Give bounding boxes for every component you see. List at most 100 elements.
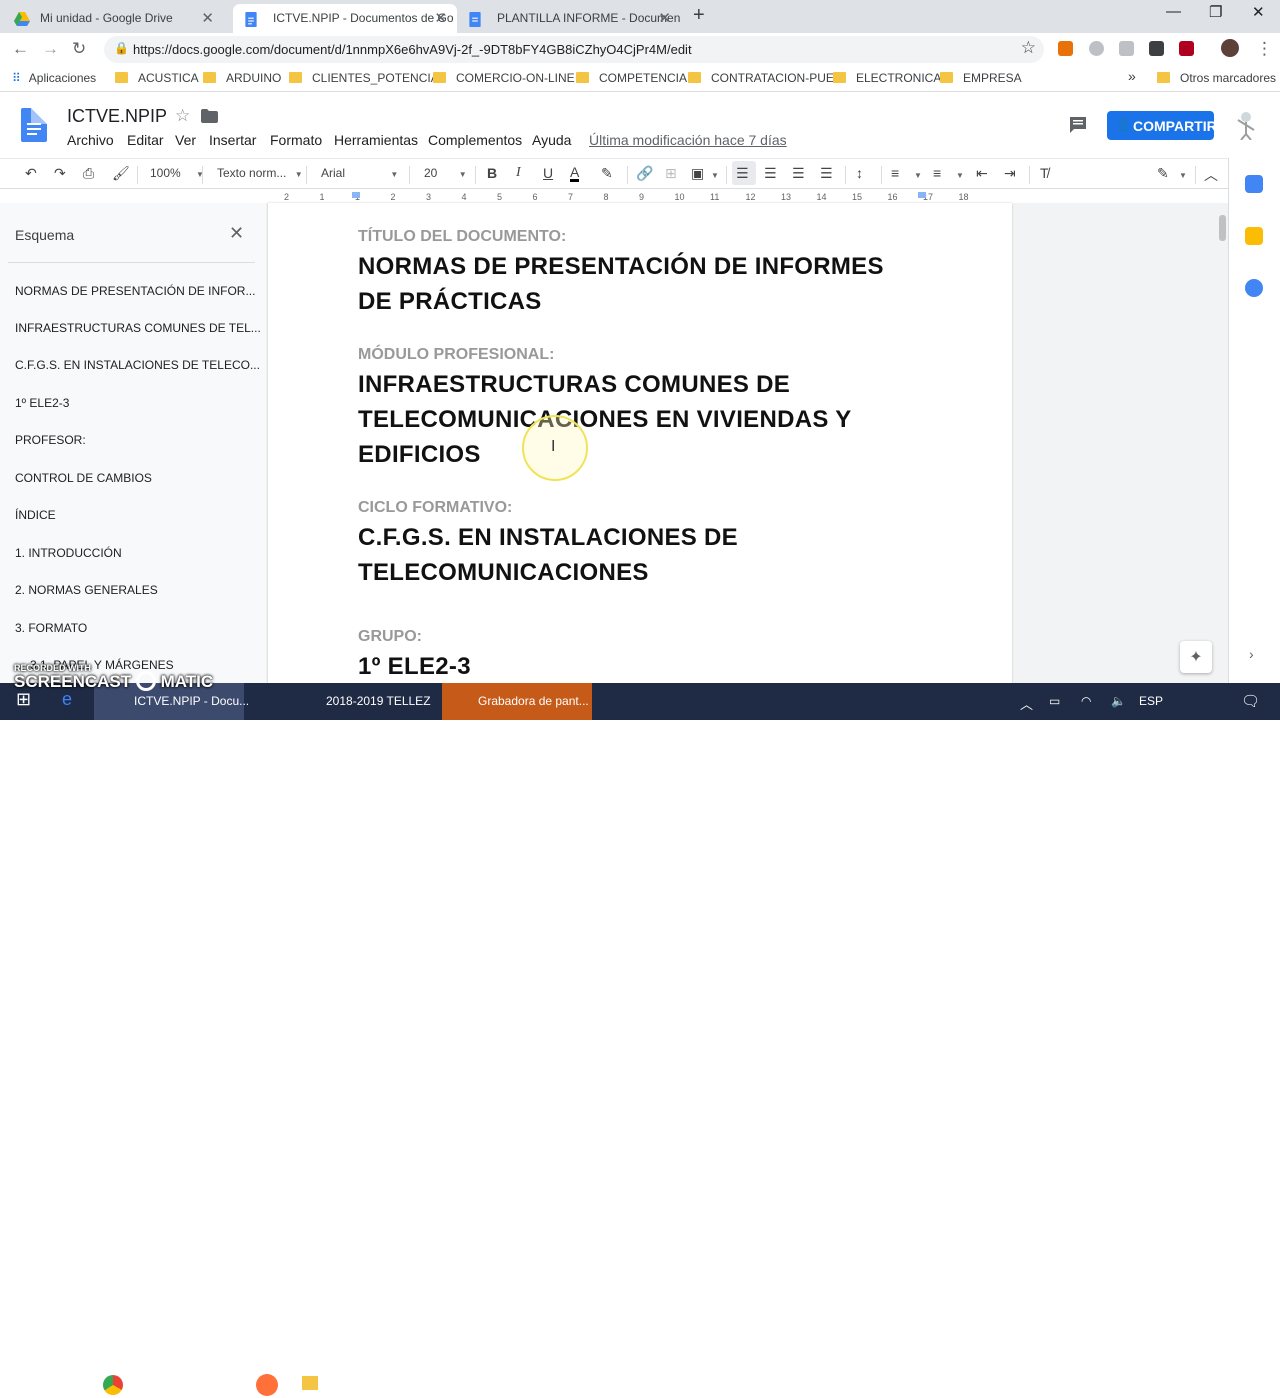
apps-shortcut[interactable]: ⠿ Aplicaciones	[12, 71, 96, 85]
share-button[interactable]: 👤 COMPARTIR	[1107, 111, 1217, 140]
taskbar-item-recorder[interactable]: Grabadora de pant...	[442, 683, 592, 720]
dropbox-extension-icon[interactable]	[1119, 41, 1134, 56]
keep-icon[interactable]	[1245, 227, 1263, 245]
last-modified-link[interactable]: Última modificación hace 7 días	[589, 132, 787, 148]
scrollbar-thumb[interactable]	[1219, 215, 1226, 241]
bookmark-folder[interactable]: ARDUINO	[203, 71, 281, 85]
expand-panel-icon[interactable]: ›	[1249, 646, 1254, 662]
input-language[interactable]: ESP	[1139, 683, 1163, 720]
text-color-icon[interactable]: A	[570, 165, 580, 182]
drive-extension-icon[interactable]	[1089, 41, 1104, 56]
close-outline-icon[interactable]: ✕	[229, 223, 244, 244]
print-icon[interactable]: ⎙	[83, 165, 94, 182]
font-size-select[interactable]: 20 ▼	[424, 166, 467, 180]
underline-icon[interactable]: U	[543, 165, 553, 181]
document-title[interactable]: ICTVE.NPIP	[67, 106, 167, 127]
star-icon[interactable]: ☆	[175, 106, 190, 126]
close-tab-icon[interactable]: ✕	[201, 9, 214, 27]
red-extension-icon[interactable]	[1179, 41, 1194, 56]
bookmark-folder[interactable]: ELECTRONICA	[833, 71, 941, 85]
outline-item[interactable]: 2. NORMAS GENERALES	[15, 583, 158, 597]
tab-plantilla-informe[interactable]: PLANTILLA INFORME - Documen ✕	[457, 4, 681, 33]
new-tab-button[interactable]: +	[693, 4, 705, 27]
outline-item[interactable]: PROFESOR:	[15, 433, 86, 447]
bookmark-folder[interactable]: EMPRESA	[940, 71, 1022, 85]
firefox-icon[interactable]	[256, 1374, 278, 1396]
bookmark-folder[interactable]: CLIENTES_POTENCIA	[289, 71, 439, 85]
insert-link-icon[interactable]: 🔗	[636, 165, 653, 182]
editing-mode-icon[interactable]: ✎	[1157, 165, 1169, 182]
menu-complementos[interactable]: Complementos	[428, 132, 522, 148]
show-hidden-icons[interactable]: ︿	[1020, 683, 1033, 720]
line-spacing-icon[interactable]: ↕	[856, 165, 863, 181]
outline-item[interactable]: NORMAS DE PRESENTACIÓN DE INFOR...	[15, 284, 255, 298]
justify-icon[interactable]: ☰	[820, 165, 833, 182]
close-window-button[interactable]: ✕	[1252, 3, 1265, 21]
shield-extension-icon[interactable]	[1149, 41, 1164, 56]
highlight-color-icon[interactable]: ✎	[601, 165, 613, 182]
font-select[interactable]: Arial ▼	[321, 166, 398, 180]
clock-date[interactable]: 08/10/2018	[1172, 1386, 1227, 1398]
wifi-icon[interactable]: ◠	[1081, 683, 1091, 720]
menu-ver[interactable]: Ver	[175, 132, 196, 148]
volume-icon[interactable]: 🔈	[1111, 683, 1126, 720]
notifications-icon[interactable]: 🗨	[1241, 683, 1260, 720]
browser-menu-icon[interactable]: ⋮	[1256, 39, 1273, 59]
profile-avatar[interactable]	[1221, 39, 1239, 57]
zoom-select[interactable]: 100% ▼	[150, 166, 204, 180]
align-right-icon[interactable]: ☰	[792, 165, 805, 182]
more-bookmarks-button[interactable]: »	[1128, 68, 1136, 84]
menu-formato[interactable]: Formato	[270, 132, 322, 148]
menu-archivo[interactable]: Archivo	[67, 132, 114, 148]
display-icon[interactable]: ▭	[1049, 683, 1060, 720]
numbered-list-icon[interactable]: ≡	[891, 165, 899, 181]
outline-item[interactable]: ÍNDICE	[15, 508, 56, 522]
calendar-icon[interactable]	[1245, 175, 1263, 193]
menu-ayuda[interactable]: Ayuda	[532, 132, 571, 148]
document-page[interactable]: TÍTULO DEL DOCUMENTO: NORMAS DE PRESENTA…	[268, 203, 1012, 683]
outline-item[interactable]: CONTROL DE CAMBIOS	[15, 471, 152, 485]
bookmark-star-icon[interactable]: ☆	[1021, 38, 1036, 58]
back-icon[interactable]: ←	[12, 39, 29, 59]
redo-icon[interactable]: ↷	[54, 165, 66, 182]
decrease-indent-icon[interactable]: ⇤	[976, 165, 988, 182]
taskbar-item-folder[interactable]: 2018-2019 TELLEZ	[294, 683, 431, 720]
tasks-icon[interactable]	[1245, 279, 1263, 297]
clock-time[interactable]: 21:28	[1185, 1369, 1213, 1381]
address-bar[interactable]: 🔒 https://docs.google.com/document/d/1nn…	[104, 36, 1044, 63]
align-left-icon[interactable]: ☰	[736, 165, 749, 182]
menu-insertar[interactable]: Insertar	[209, 132, 256, 148]
explore-button[interactable]: ✦	[1180, 641, 1212, 673]
close-tab-icon[interactable]: ✕	[434, 9, 447, 27]
bulleted-list-icon[interactable]: ≡	[933, 165, 941, 181]
outline-item[interactable]: 1. INTRODUCCIÓN	[15, 546, 122, 560]
tab-ictve-doc[interactable]: ICTVE.NPIP - Documentos de Go ✕	[233, 4, 457, 33]
italic-icon[interactable]: I	[516, 165, 521, 181]
menu-editar[interactable]: Editar	[127, 132, 164, 148]
insert-image-icon[interactable]: ▣	[691, 165, 704, 182]
left-indent-marker[interactable]	[352, 192, 360, 198]
reload-icon[interactable]: ↻	[72, 39, 86, 59]
tab-google-drive[interactable]: Mi unidad - Google Drive ✕	[0, 4, 224, 33]
clear-formatting-icon[interactable]: T̸	[1040, 165, 1049, 181]
increase-indent-icon[interactable]: ⇥	[1004, 165, 1016, 182]
bookmark-folder[interactable]: ACUSTICA	[115, 71, 199, 85]
undo-icon[interactable]: ↶	[25, 165, 37, 182]
ruler[interactable]: 21123456789101112131415161718	[266, 189, 1016, 203]
menu-herramientas[interactable]: Herramientas	[334, 132, 418, 148]
outline-item[interactable]: INFRAESTRUCTURAS COMUNES DE TEL...	[15, 321, 261, 335]
maximize-button[interactable]: ❐	[1209, 3, 1222, 21]
other-bookmarks-folder[interactable]: Otros marcadores	[1157, 71, 1276, 85]
google-docs-logo-icon[interactable]	[21, 108, 47, 142]
minimize-button[interactable]: —	[1166, 3, 1181, 20]
outline-item[interactable]: 3. FORMATO	[15, 621, 87, 635]
close-tab-icon[interactable]: ✕	[658, 9, 671, 27]
align-center-icon[interactable]: ☰	[764, 165, 777, 182]
bookmark-folder[interactable]: COMPETENCIA	[576, 71, 687, 85]
user-avatar[interactable]	[1233, 110, 1259, 141]
bold-icon[interactable]: B	[487, 165, 497, 181]
forward-icon[interactable]: →	[42, 39, 59, 59]
outline-item[interactable]: 1º ELE2-3	[15, 396, 69, 410]
extension-icon[interactable]	[1058, 41, 1073, 56]
bookmark-folder[interactable]: COMERCIO-ON-LINE	[433, 71, 575, 85]
